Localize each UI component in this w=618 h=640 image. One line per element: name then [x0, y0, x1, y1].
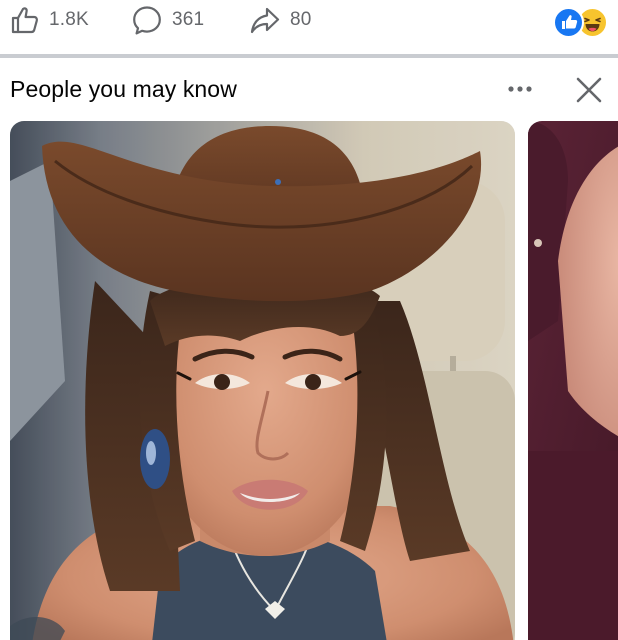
thumbs-up-outline-icon — [10, 5, 40, 35]
like-count-button[interactable]: 1.8K — [10, 4, 89, 36]
share-arrow-icon — [249, 4, 281, 36]
like-reaction-icon — [553, 7, 584, 38]
profile-photo — [528, 121, 618, 640]
suggestion-card[interactable] — [10, 121, 515, 640]
engagement-bar: 1.8K 361 80 — [0, 0, 618, 52]
share-count: 80 — [290, 9, 312, 30]
comment-count: 361 — [172, 9, 205, 30]
more-options-icon — [502, 86, 538, 106]
comment-count-button[interactable]: 361 — [131, 4, 204, 36]
more-options-button[interactable] — [502, 76, 538, 102]
share-count-button[interactable]: 80 — [249, 4, 312, 36]
close-icon — [573, 77, 605, 110]
suggestion-card[interactable] — [528, 121, 618, 640]
feed-post-footer: 1.8K 361 80 People you may know — [0, 0, 618, 640]
close-button[interactable] — [573, 74, 605, 106]
people-you-may-know-header: People you may know — [0, 58, 618, 120]
reaction-summary[interactable] — [553, 7, 609, 38]
profile-photo — [10, 121, 515, 640]
section-title: People you may know — [10, 76, 237, 102]
like-count: 1.8K — [49, 9, 89, 30]
speech-bubble-icon — [131, 4, 163, 36]
